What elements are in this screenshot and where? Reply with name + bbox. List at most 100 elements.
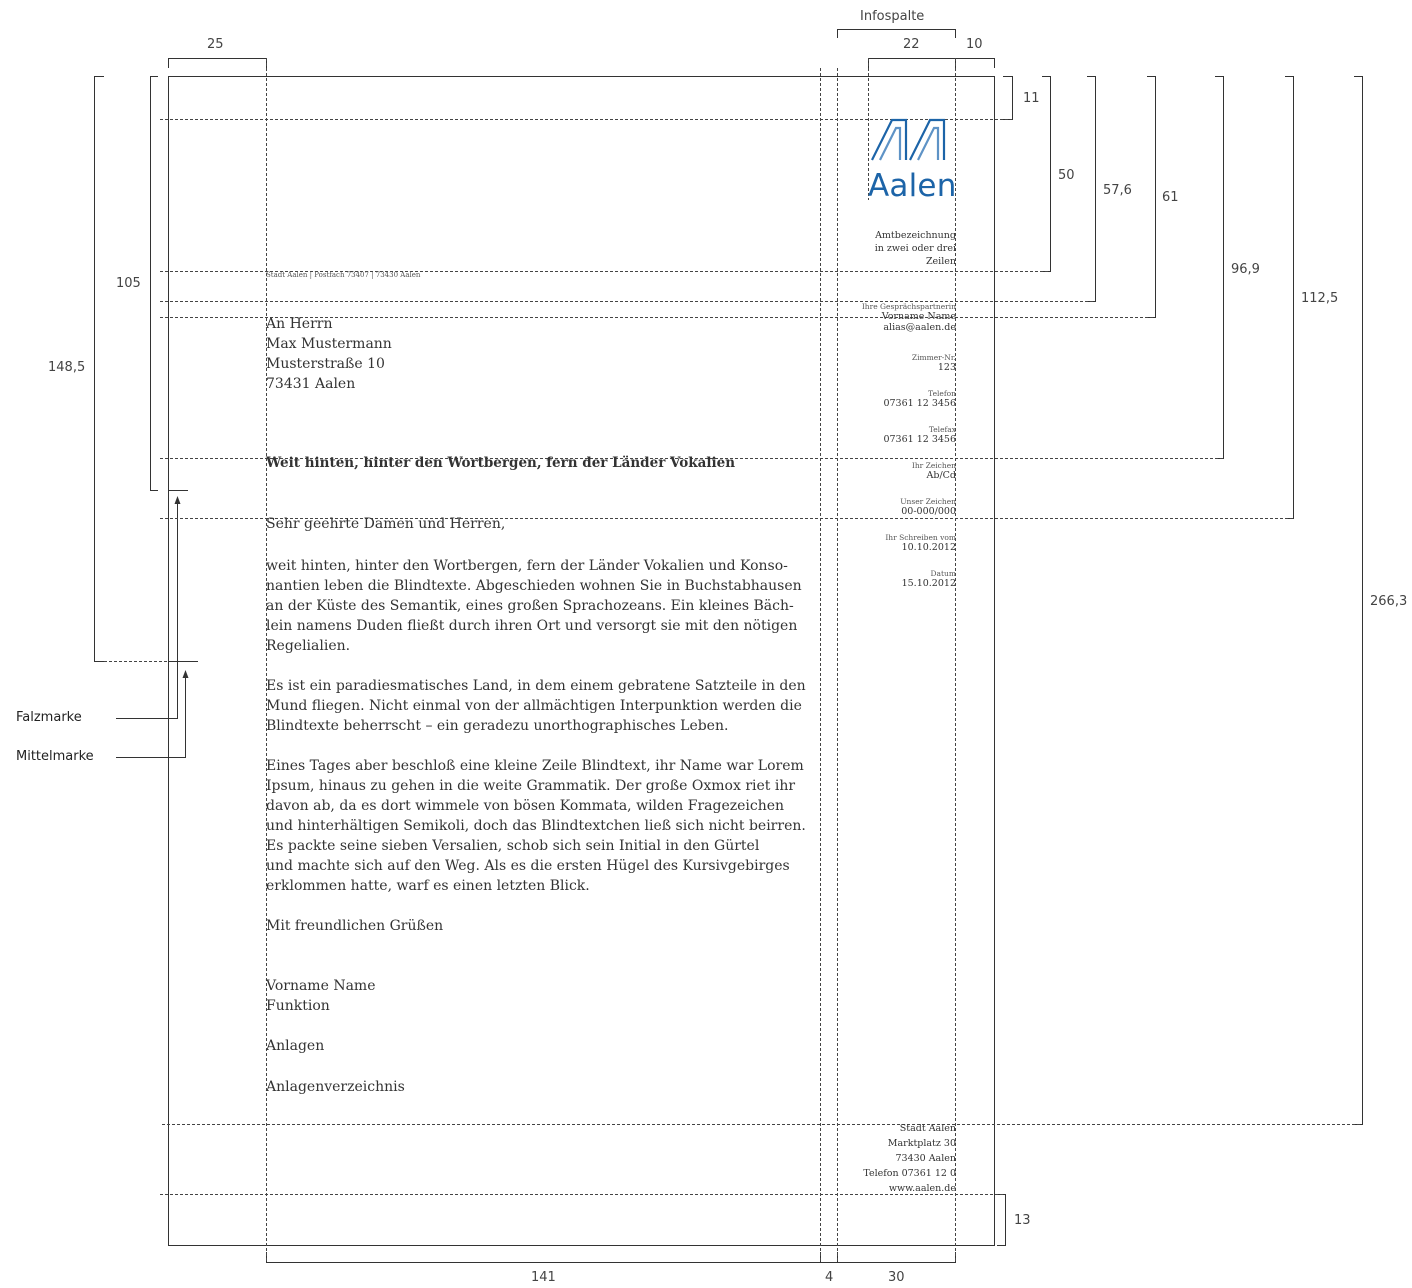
info-value: 00-000/000 — [901, 506, 956, 517]
footer-line: www.aalen.de — [888, 1183, 956, 1194]
address-line: Musterstraße 10 — [266, 356, 385, 372]
letter-body: weit hinten, hinter den Wortbergen, fern… — [266, 556, 826, 916]
body-paragraph: Es ist ein paradiesmatisches Land, in de… — [266, 676, 826, 736]
info-item-date: Datum 15.10.2012 — [902, 569, 956, 589]
recipient-address: An Herrn Max Mustermann Musterstraße 10 … — [266, 314, 392, 394]
dim-sender-line: 50 — [1058, 168, 1075, 183]
attachments-label: Anlagen — [266, 1038, 325, 1054]
info-value: 123 — [937, 362, 956, 373]
body-line: erklommen hatte, warf es einen letzten B… — [266, 878, 590, 894]
info-label: Telefax — [928, 425, 956, 434]
bracket-left-margin — [168, 58, 267, 68]
bracket-salutation — [1285, 76, 1294, 519]
body-line: Eines Tages aber beschloß eine kleine Ze… — [266, 758, 804, 774]
footer-line: Stadt Aalen — [899, 1123, 956, 1134]
info-item-letter-date: Ihr Schreiben vom 10.10.2012 — [885, 533, 956, 553]
mittelmarke-leader — [116, 674, 186, 758]
bracket-text-width — [266, 1252, 821, 1263]
body-line: nantien leben die Blindtexte. Abgeschied… — [266, 578, 802, 594]
info-label: Ihre Gesprächspartnerin — [861, 302, 956, 311]
info-item-your-ref: Ihr Zeichen Ab/Cd — [912, 461, 956, 481]
info-label: Ihr Schreiben vom — [885, 533, 956, 542]
info-item-our-ref: Unser Zeichen 00-000/000 — [900, 497, 956, 517]
info-item-contact: Ihre Gesprächspartnerin Vorname Name ali… — [862, 302, 956, 333]
body-line: und hinterhältigen Semikoli, doch das Bl… — [266, 818, 806, 834]
dim-mid-mark: 148,5 — [48, 360, 86, 375]
bracket-info-width — [868, 58, 956, 68]
sender-line: Stadt Aalen | Postfach 73407 | 73430 Aal… — [266, 271, 421, 279]
address-line: 73431 Aalen — [266, 376, 356, 392]
dim-fold-mark: 105 — [116, 276, 141, 291]
dim-address-top: 61 — [1162, 190, 1179, 205]
info-label: Unser Zeichen — [900, 497, 956, 506]
address-line: Max Mustermann — [266, 336, 392, 352]
bracket-bottom-margin — [997, 1194, 1006, 1246]
info-label: Telefon — [928, 389, 956, 398]
dim-bottom-margin: 13 — [1014, 1213, 1031, 1228]
department-line: Amtbezeichnung — [875, 230, 956, 241]
dim-footer-line: 266,3 — [1370, 594, 1408, 609]
body-line: Es packte seine sieben Versalien, schob … — [266, 838, 760, 854]
body-line: lein namens Duden fließt durch ihren Ort… — [266, 618, 798, 634]
info-value: alias@aalen.de — [883, 322, 956, 333]
letter-footer: Stadt Aalen Marktplatz 30 73430 Aalen Te… — [863, 1121, 956, 1196]
aalen-logo-icon — [871, 118, 946, 161]
body-paragraph: Eines Tages aber beschloß eine kleine Ze… — [266, 756, 826, 896]
body-line: Blindtexte beherrscht – ein geradezu uno… — [266, 718, 729, 734]
body-line: davon ab, da es dort wimmele von bösen K… — [266, 798, 785, 814]
body-line: Ipsum, hinaus zu gehen in die weite Gram… — [266, 778, 796, 794]
letter-salutation: Sehr geehrte Damen und Herren, — [266, 516, 506, 532]
department-block: Amtbezeichnung in zwei oder drei Zeilen — [875, 229, 956, 268]
dim-left-margin: 25 — [207, 37, 224, 52]
bracket-fold — [150, 76, 158, 491]
department-line: Zeilen — [925, 256, 956, 267]
mittelmarke-label: Mittelmarke — [16, 749, 94, 764]
address-line: An Herrn — [266, 316, 333, 332]
bracket-infospalte — [837, 29, 956, 38]
bracket-gap — [820, 1252, 838, 1263]
bracket-top-margin — [1003, 76, 1013, 120]
info-value: 07361 12 3456 — [883, 398, 956, 409]
body-line: weit hinten, hinter den Wortbergen, fern… — [266, 558, 788, 574]
dim-subject-line: 96,9 — [1231, 262, 1260, 277]
body-line: an der Küste des Semantik, eines großen … — [266, 598, 794, 614]
footer-line: Telefon 07361 12 0 — [863, 1168, 956, 1179]
footer-line: 73430 Aalen — [895, 1153, 956, 1164]
body-line: Mund fliegen. Nicht einmal von der allmä… — [266, 698, 802, 714]
body-line: und machte sich auf den Weg. Als es die … — [266, 858, 790, 874]
bracket-footer — [1354, 76, 1363, 1125]
bracket-subject — [1215, 76, 1224, 459]
bracket-sender — [1042, 76, 1051, 272]
info-item-fax: Telefax 07361 12 3456 — [883, 425, 956, 445]
bracket-mid — [94, 76, 104, 662]
logo-text: Aalen — [868, 168, 957, 204]
dim-salutation-line: 112,5 — [1301, 291, 1339, 306]
info-item-room: Zimmer-Nr. 123 — [912, 353, 956, 373]
dim-info-col: 30 — [888, 1270, 905, 1285]
footer-line: Marktplatz 30 — [887, 1138, 956, 1149]
letter-subject: Weit hinten, hinter den Wortbergen, fern… — [266, 455, 736, 471]
dim-address-start: 57,6 — [1103, 183, 1132, 198]
dim-infospalte: Infospalte — [860, 9, 925, 24]
info-label: Zimmer-Nr. — [911, 353, 956, 362]
letter-closing: Mit freundlichen Grüßen — [266, 918, 444, 934]
dim-info-width: 22 — [903, 37, 920, 52]
info-value: 10.10.2012 — [901, 542, 956, 553]
attachments-list: Anlagenverzeichnis — [266, 1079, 405, 1095]
info-item-phone: Telefon 07361 12 3456 — [883, 389, 956, 409]
dim-right-margin: 10 — [966, 37, 983, 52]
info-value: 15.10.2012 — [901, 578, 956, 589]
body-line: Regelialien. — [266, 638, 351, 654]
bracket-right-margin — [955, 58, 995, 68]
info-label: Ihr Zeichen — [911, 461, 956, 470]
signature-name: Vorname Name — [266, 978, 376, 994]
bracket-address-top — [1147, 76, 1156, 318]
info-value: Ab/Cd — [926, 470, 957, 481]
dim-top-margin: 11 — [1023, 91, 1040, 106]
falzmarke-label: Falzmarke — [16, 710, 82, 725]
info-label: Datum — [930, 569, 956, 578]
department-line: in zwei oder drei — [874, 243, 956, 254]
dim-gap: 4 — [825, 1270, 834, 1285]
body-line: Es ist ein paradiesmatisches Land, in de… — [266, 678, 806, 694]
dim-text-width: 141 — [531, 1270, 556, 1285]
